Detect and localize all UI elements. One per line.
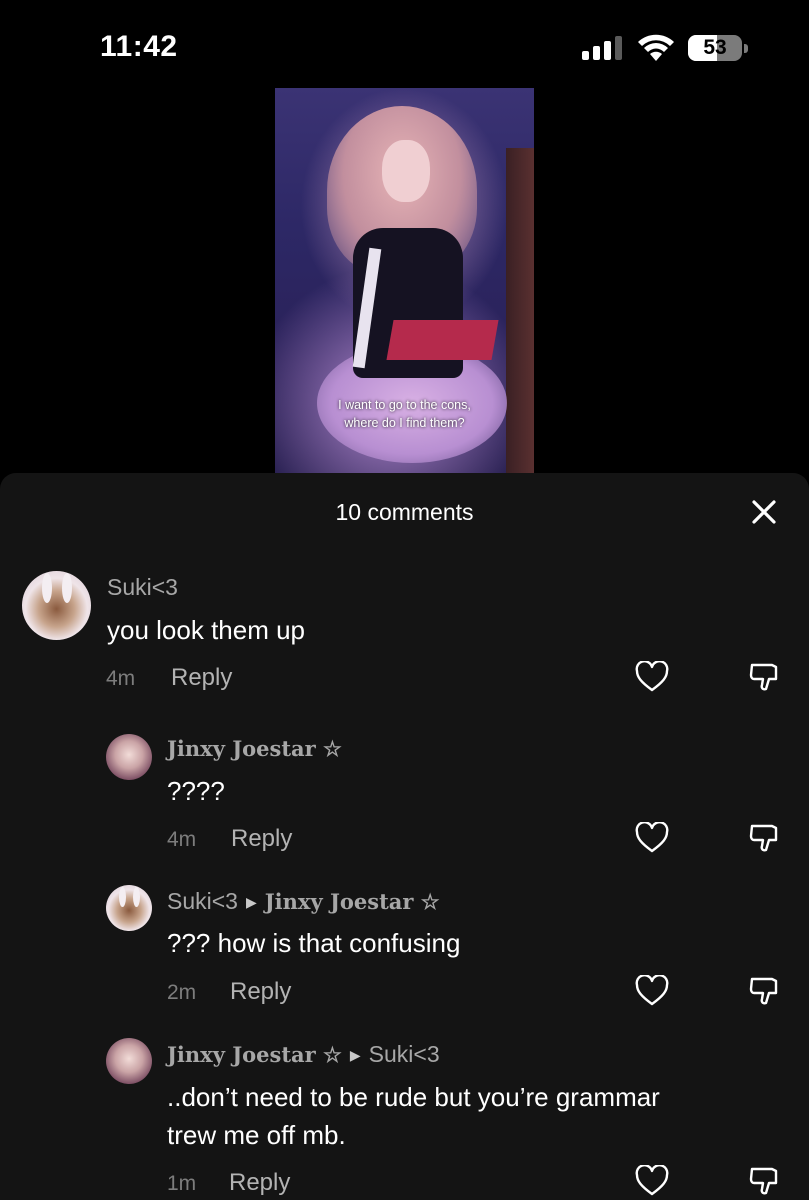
video-caption: I want to go to the cons, where do I fin… xyxy=(338,398,471,430)
comment-username[interactable]: Suki<3 xyxy=(107,574,178,601)
reply-arrow-icon: ▶ xyxy=(349,1047,361,1063)
close-icon[interactable] xyxy=(751,499,777,525)
heart-icon[interactable] xyxy=(635,661,669,693)
reply-button[interactable]: Reply xyxy=(171,664,232,692)
thumbs-down-icon[interactable] xyxy=(748,822,782,854)
reply-button[interactable]: Reply xyxy=(231,825,292,853)
wifi-icon xyxy=(638,34,674,61)
comments-count-title: 10 comments xyxy=(335,499,474,525)
avatar[interactable] xyxy=(106,734,152,780)
avatar[interactable] xyxy=(22,571,91,640)
comment-username[interactable]: Jinxy Joestar ☆ ▶ Suki<3 xyxy=(167,1041,440,1068)
comment-username[interactable]: Suki<3 ▶ Jinxy Joestar ☆ xyxy=(167,888,440,915)
heart-icon[interactable] xyxy=(635,1165,669,1197)
comment-text: you look them up xyxy=(107,615,306,645)
reply-button[interactable]: Reply xyxy=(229,1169,290,1197)
comment-time: 4m xyxy=(167,828,197,851)
avatar[interactable] xyxy=(106,885,152,931)
thumbs-down-icon[interactable] xyxy=(748,975,782,1007)
comment-text: ???? xyxy=(167,776,225,806)
heart-icon[interactable] xyxy=(635,975,669,1007)
comment-time: 4m xyxy=(106,667,136,690)
comment-username[interactable]: Jinxy Joestar ☆ xyxy=(167,735,342,762)
heart-icon[interactable] xyxy=(635,822,669,854)
comment-time: 2m xyxy=(167,981,197,1004)
avatar[interactable] xyxy=(106,1038,152,1084)
thumbs-down-icon[interactable] xyxy=(748,661,782,693)
status-time: 11:42 xyxy=(100,30,178,63)
video-player[interactable]: I want to go to the cons, where do I fin… xyxy=(275,88,534,483)
thumbs-down-icon[interactable] xyxy=(748,1165,782,1197)
reply-arrow-icon: ▶ xyxy=(245,894,257,910)
signal-icon xyxy=(582,36,622,60)
reply-button[interactable]: Reply xyxy=(230,978,291,1006)
battery-percent: 53 xyxy=(703,36,727,59)
comment-text: ..don’t need to be rude but you’re gramm… xyxy=(167,1082,660,1150)
comment-time: 1m xyxy=(167,1172,197,1195)
battery-indicator: 53 xyxy=(688,35,750,61)
comment-text: ??? how is that confusing xyxy=(167,928,461,958)
